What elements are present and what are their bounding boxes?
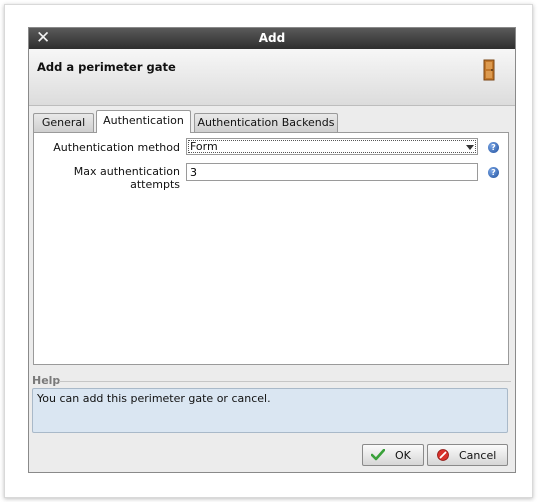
auth-method-select[interactable]: Form [186,138,478,155]
tab-bar: General Authentication Authentication Ba… [33,110,513,133]
title-bar[interactable]: ✕ Add [29,28,515,49]
window-title: Add [258,31,286,45]
help-text: You can add this perimeter gate or cance… [32,388,508,433]
dialog-heading: Add a perimeter gate [37,60,176,74]
header-band: Add a perimeter gate [29,49,515,106]
max-attempts-label: Max authentication attempts [73,165,180,191]
door-icon [483,59,495,81]
auth-method-label: Authentication method [53,141,180,154]
ok-button-label: OK [395,449,411,462]
help-divider [59,381,511,382]
tab-authentication-backends[interactable]: Authentication Backends [194,113,338,132]
question-icon[interactable]: ? [488,167,499,178]
tab-general[interactable]: General [33,113,94,132]
cancel-button[interactable]: Cancel [427,444,508,466]
auth-method-value: Form [190,140,218,153]
tab-authentication[interactable]: Authentication [96,110,191,133]
checkmark-icon [371,449,385,461]
cancel-button-label: Cancel [459,449,497,462]
cancel-icon [437,449,449,461]
question-icon[interactable]: ? [488,142,499,153]
help-section-label: Help [32,374,61,387]
ok-button[interactable]: OK [362,444,424,466]
add-dialog: ✕ Add Add a perimeter gate General Authe… [28,27,516,473]
max-attempts-input[interactable] [186,163,478,181]
chevron-down-icon[interactable] [466,145,474,150]
authentication-panel: Authentication method Form ? Max authent… [33,132,509,365]
